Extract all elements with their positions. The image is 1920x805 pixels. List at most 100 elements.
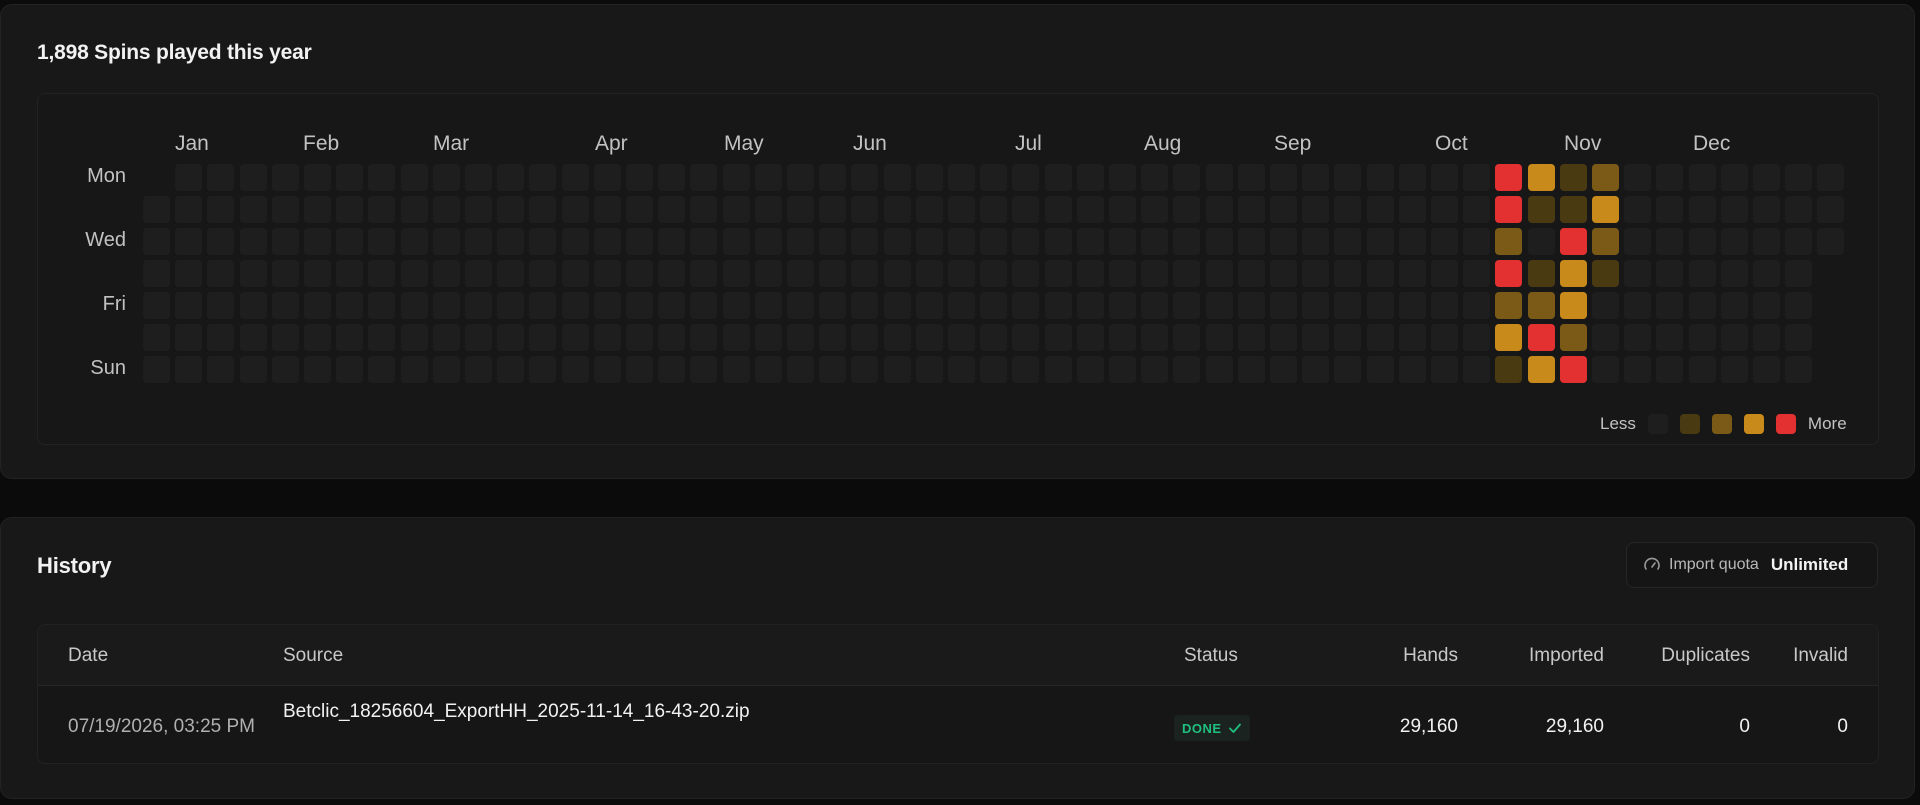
heatmap-cell[interactable]: [368, 324, 396, 351]
heatmap-cell[interactable]: [1720, 356, 1748, 383]
heatmap-cell[interactable]: [561, 164, 589, 191]
heatmap-cell[interactable]: [239, 292, 267, 319]
column-imported[interactable]: Imported: [1454, 645, 1604, 667]
heatmap-cell[interactable]: [1398, 324, 1426, 351]
heatmap-cell[interactable]: [980, 356, 1008, 383]
heatmap-cell[interactable]: [722, 164, 750, 191]
heatmap-cell[interactable]: [1527, 228, 1555, 255]
heatmap-cell[interactable]: [948, 196, 975, 223]
heatmap-cell[interactable]: [1076, 292, 1104, 319]
heatmap-cell[interactable]: [1785, 292, 1813, 319]
heatmap-cell[interactable]: [1753, 164, 1780, 191]
heatmap-cell[interactable]: [1270, 356, 1297, 383]
heatmap-cell[interactable]: [271, 356, 299, 383]
heatmap-cell[interactable]: [1270, 260, 1297, 287]
heatmap-cell[interactable]: [271, 228, 299, 255]
heatmap-cell[interactable]: [175, 260, 203, 287]
heatmap-cell[interactable]: [465, 164, 492, 191]
heatmap-cell[interactable]: [1044, 196, 1072, 223]
heatmap-cell[interactable]: [626, 324, 653, 351]
heatmap-cell[interactable]: [1495, 292, 1523, 319]
heatmap-cell[interactable]: [1141, 164, 1169, 191]
heatmap-cell[interactable]: [915, 196, 943, 223]
heatmap-cell[interactable]: [851, 324, 879, 351]
heatmap-cell[interactable]: [1141, 292, 1169, 319]
heatmap-cell[interactable]: [400, 356, 428, 383]
heatmap-cell[interactable]: [1559, 324, 1587, 351]
heatmap-cell[interactable]: [690, 196, 718, 223]
heatmap-cell[interactable]: [1495, 164, 1523, 191]
heatmap-cell[interactable]: [754, 324, 782, 351]
heatmap-cell[interactable]: [915, 260, 943, 287]
heatmap-cell[interactable]: [1592, 356, 1619, 383]
heatmap-cell[interactable]: [1076, 228, 1104, 255]
heatmap-cell[interactable]: [1205, 324, 1233, 351]
heatmap-cell[interactable]: [1398, 356, 1426, 383]
heatmap-cell[interactable]: [207, 228, 235, 255]
heatmap-cell[interactable]: [1398, 260, 1426, 287]
heatmap-cell[interactable]: [1431, 356, 1458, 383]
heatmap-cell[interactable]: [1302, 196, 1330, 223]
heatmap-cell[interactable]: [754, 228, 782, 255]
heatmap-cell[interactable]: [1624, 324, 1652, 351]
heatmap-cell[interactable]: [593, 324, 621, 351]
heatmap-cell[interactable]: [207, 356, 235, 383]
heatmap-cell[interactable]: [1527, 324, 1555, 351]
heatmap-cell[interactable]: [1720, 196, 1748, 223]
heatmap-cell[interactable]: [143, 356, 170, 383]
heatmap-cell[interactable]: [1753, 292, 1780, 319]
column-status[interactable]: Status: [1184, 645, 1238, 667]
heatmap-cell[interactable]: [819, 196, 847, 223]
heatmap-cell[interactable]: [883, 260, 911, 287]
heatmap-cell[interactable]: [722, 228, 750, 255]
heatmap-cell[interactable]: [883, 228, 911, 255]
heatmap-cell[interactable]: [883, 196, 911, 223]
heatmap-cell[interactable]: [1559, 260, 1587, 287]
heatmap-cell[interactable]: [754, 260, 782, 287]
heatmap-cell[interactable]: [1302, 292, 1330, 319]
heatmap-cell[interactable]: [980, 164, 1008, 191]
heatmap-cell[interactable]: [368, 292, 396, 319]
heatmap-cell[interactable]: [143, 228, 170, 255]
heatmap-cell[interactable]: [1044, 324, 1072, 351]
heatmap-cell[interactable]: [1205, 228, 1233, 255]
heatmap-cell[interactable]: [336, 164, 364, 191]
heatmap-cell[interactable]: [1076, 164, 1104, 191]
heatmap-cell[interactable]: [1237, 356, 1265, 383]
heatmap-cell[interactable]: [1559, 164, 1587, 191]
heatmap-cell[interactable]: [1785, 324, 1813, 351]
heatmap-cell[interactable]: [593, 164, 621, 191]
heatmap-cell[interactable]: [722, 292, 750, 319]
heatmap-cell[interactable]: [1044, 260, 1072, 287]
heatmap-cell[interactable]: [593, 260, 621, 287]
heatmap-cell[interactable]: [1559, 356, 1587, 383]
heatmap-cell[interactable]: [1173, 324, 1201, 351]
heatmap-cell[interactable]: [754, 356, 782, 383]
heatmap-cell[interactable]: [1817, 164, 1845, 191]
heatmap-cell[interactable]: [1237, 164, 1265, 191]
heatmap-cell[interactable]: [626, 164, 653, 191]
heatmap-cell[interactable]: [1624, 260, 1652, 287]
heatmap-cell[interactable]: [432, 356, 460, 383]
column-date[interactable]: Date: [68, 645, 108, 667]
heatmap-cell[interactable]: [1302, 164, 1330, 191]
heatmap-cell[interactable]: [658, 324, 686, 351]
heatmap-cell[interactable]: [1431, 228, 1458, 255]
heatmap-cell[interactable]: [980, 260, 1008, 287]
heatmap-cell[interactable]: [271, 164, 299, 191]
heatmap-cell[interactable]: [561, 260, 589, 287]
heatmap-cell[interactable]: [1366, 228, 1394, 255]
heatmap-cell[interactable]: [1463, 292, 1491, 319]
heatmap-cell[interactable]: [1237, 324, 1265, 351]
heatmap-cell[interactable]: [1366, 260, 1394, 287]
heatmap-cell[interactable]: [432, 196, 460, 223]
heatmap-cell[interactable]: [1785, 228, 1813, 255]
heatmap-cell[interactable]: [1109, 196, 1136, 223]
heatmap-cell[interactable]: [1270, 228, 1297, 255]
heatmap-cell[interactable]: [143, 196, 170, 223]
heatmap-cell[interactable]: [1237, 292, 1265, 319]
heatmap-cell[interactable]: [465, 228, 492, 255]
heatmap-cell[interactable]: [1173, 228, 1201, 255]
heatmap-cell[interactable]: [626, 260, 653, 287]
heatmap-cell[interactable]: [175, 324, 203, 351]
